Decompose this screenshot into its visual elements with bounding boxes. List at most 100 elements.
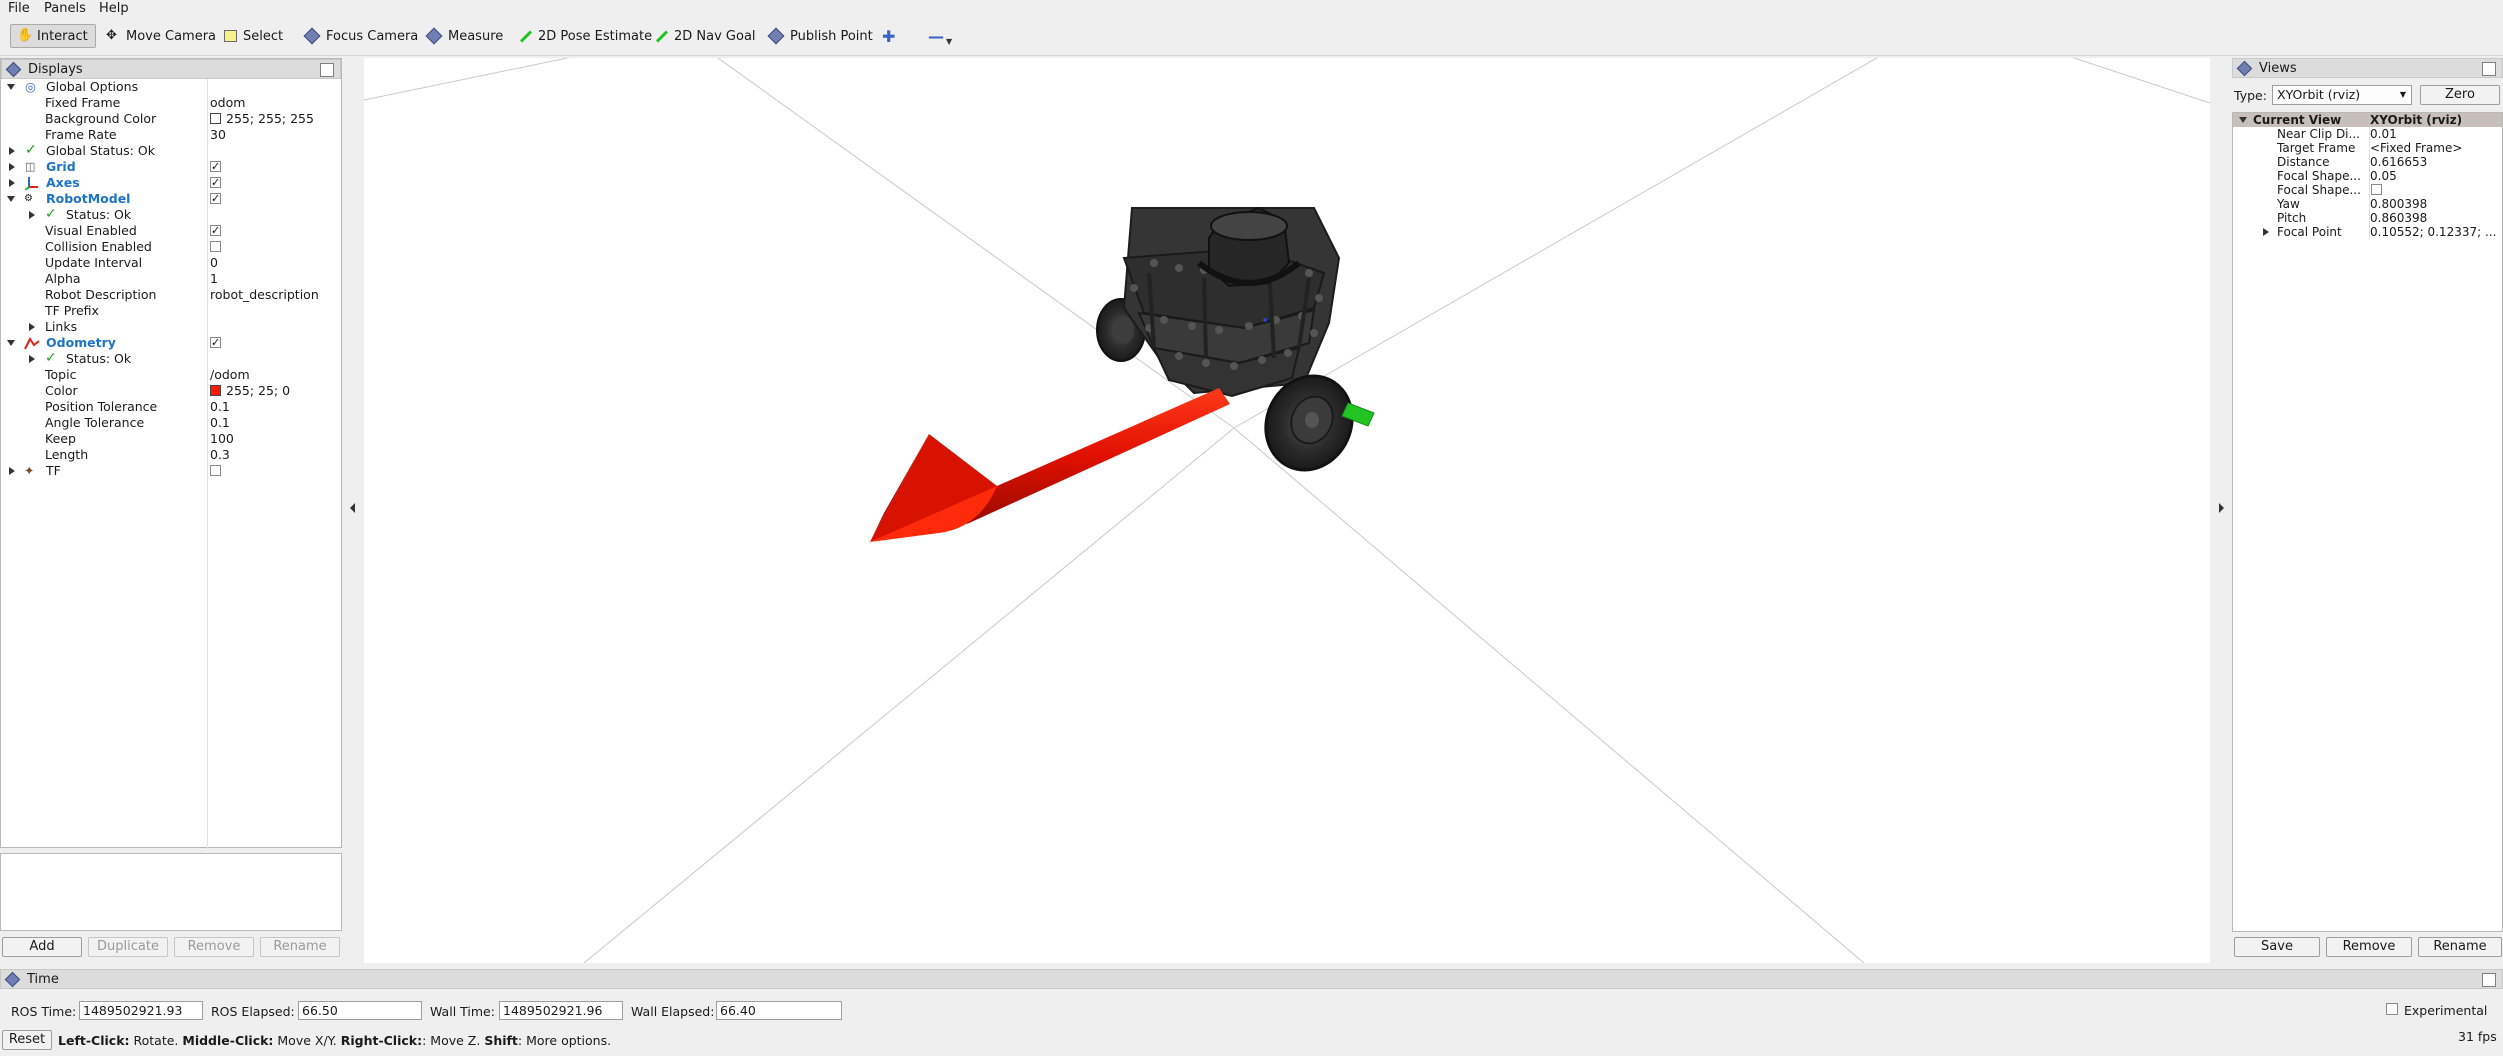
focus-camera-tool-button[interactable]: Focus Camera [298,24,424,48]
view-prop-row[interactable]: Target Frame <Fixed Frame> [2233,141,2502,155]
target-frame-value[interactable]: <Fixed Frame> [2370,141,2500,155]
collapse-right-arrow-icon[interactable] [2219,503,2224,513]
topic-value[interactable]: /odom [210,367,250,383]
focal-point-value[interactable]: 0.10552; 0.12337; ... [2370,225,2500,239]
position-tolerance-value[interactable]: 0.1 [210,399,230,415]
duplicate-display-button[interactable]: Duplicate [88,937,168,957]
expand-arrow-icon[interactable] [29,211,35,219]
odometry-checkbox[interactable]: ✓ [210,337,221,348]
view-prop-row[interactable]: Focal Shape... [2233,183,2502,197]
tree-row-topic[interactable]: Topic /odom [1,367,341,383]
axes-checkbox[interactable]: ✓ [210,177,221,188]
rename-display-button[interactable]: Rename [260,937,340,957]
expand-arrow-icon[interactable] [7,196,15,202]
expand-arrow-icon[interactable] [7,84,15,90]
focal-shape-fixed-checkbox[interactable] [2371,184,2382,195]
add-tool-button[interactable]: ✚ [876,24,901,48]
tree-row-axes[interactable]: Axes ✓ [1,175,341,191]
view-type-select[interactable]: XYOrbit (rviz) ▼ [2272,85,2412,105]
tree-row-robot-model-status[interactable]: ✓ Status: Ok [1,206,341,223]
menu-panels[interactable]: Panels [44,1,86,16]
collision-enabled-checkbox[interactable] [210,241,221,252]
nav-goal-tool-button[interactable]: 2D Nav Goal [648,24,762,48]
near-clip-value[interactable]: 0.01 [2370,127,2500,141]
ros-time-field[interactable]: 1489502921.93 [79,1001,203,1020]
color-value[interactable]: 255; 25; 0 [210,383,290,399]
left-panel-splitter[interactable] [342,58,364,963]
expand-arrow-icon[interactable] [9,147,15,155]
background-color-value[interactable]: 255; 255; 255 [210,111,314,127]
current-view-row[interactable]: Current View XYOrbit (rviz) [2233,113,2502,127]
reset-button[interactable]: Reset [2,1030,52,1050]
ros-elapsed-field[interactable]: 66.50 [298,1001,422,1020]
tree-row-odometry[interactable]: Odometry ✓ [1,335,341,351]
tree-row-fixed-frame[interactable]: Fixed Frame odom [1,95,341,111]
tree-row-links[interactable]: Links [1,319,341,335]
tree-row-update-interval[interactable]: Update Interval 0 [1,255,341,271]
tree-row-position-tolerance[interactable]: Position Tolerance 0.1 [1,399,341,415]
tree-row-tf-prefix[interactable]: TF Prefix [1,303,341,319]
length-value[interactable]: 0.3 [210,447,230,463]
expand-arrow-icon[interactable] [29,323,35,331]
view-prop-row[interactable]: Focal Point 0.10552; 0.12337; ... [2233,225,2502,239]
tree-row-length[interactable]: Length 0.3 [1,447,341,463]
angle-tolerance-value[interactable]: 0.1 [210,415,230,431]
robot-model-checkbox[interactable]: ✓ [210,193,221,204]
yaw-value[interactable]: 0.800398 [2370,197,2500,211]
render-viewport[interactable] [364,58,2210,963]
tree-row-background-color[interactable]: Background Color 255; 255; 255 [1,111,341,127]
keep-value[interactable]: 100 [210,431,234,447]
measure-tool-button[interactable]: Measure [420,24,509,48]
tree-row-frame-rate[interactable]: Frame Rate 30 [1,127,341,143]
pitch-value[interactable]: 0.860398 [2370,211,2500,225]
publish-point-tool-button[interactable]: Publish Point [762,24,879,48]
expand-arrow-icon[interactable] [9,467,15,475]
alpha-value[interactable]: 1 [210,271,218,287]
zero-view-button[interactable]: Zero [2420,85,2500,105]
view-prop-row[interactable]: Yaw 0.800398 [2233,197,2502,211]
view-prop-row[interactable]: Focal Shape... 0.05 [2233,169,2502,183]
view-prop-row[interactable]: Near Clip Di... 0.01 [2233,127,2502,141]
tf-checkbox[interactable] [210,465,221,476]
time-undock-button[interactable] [2482,973,2496,987]
wall-time-field[interactable]: 1489502921.96 [499,1001,623,1020]
expand-arrow-icon[interactable] [2239,117,2247,123]
rename-view-button[interactable]: Rename [2418,937,2502,957]
collapse-left-arrow-icon[interactable] [350,503,355,513]
fixed-frame-value[interactable]: odom [210,95,245,111]
move-camera-tool-button[interactable]: ✥ Move Camera [100,24,222,48]
right-panel-splitter[interactable] [2210,58,2232,963]
save-view-button[interactable]: Save [2234,937,2320,957]
view-prop-row[interactable]: Pitch 0.860398 [2233,211,2502,225]
wall-elapsed-field[interactable]: 66.40 [716,1001,842,1020]
tree-row-grid[interactable]: ◫ Grid ✓ [1,159,341,175]
focal-shape-size-value[interactable]: 0.05 [2370,169,2500,183]
menu-help[interactable]: Help [99,1,129,16]
tree-row-odometry-status[interactable]: ✓ Status: Ok [1,350,341,367]
tree-row-tf[interactable]: ✦ TF [1,463,341,479]
expand-arrow-icon[interactable] [2263,228,2269,236]
interact-tool-button[interactable]: ✋ Interact [10,24,96,48]
remove-display-button[interactable]: Remove [174,937,254,957]
tree-row-angle-tolerance[interactable]: Angle Tolerance 0.1 [1,415,341,431]
remove-view-button[interactable]: Remove [2326,937,2412,957]
tree-row-keep[interactable]: Keep 100 [1,431,341,447]
tree-row-robot-model[interactable]: ⚙ RobotModel ✓ [1,191,341,207]
tree-row-global-options[interactable]: ◎ Global Options [1,79,341,95]
tree-row-visual-enabled[interactable]: Visual Enabled ✓ [1,223,341,239]
add-display-button[interactable]: Add [2,937,82,957]
expand-arrow-icon[interactable] [7,340,15,346]
update-interval-value[interactable]: 0 [210,255,218,271]
expand-arrow-icon[interactable] [9,179,15,187]
menu-file[interactable]: File [8,1,30,16]
expand-arrow-icon[interactable] [9,163,15,171]
view-prop-row[interactable]: Distance 0.616653 [2233,155,2502,169]
tree-row-color[interactable]: Color 255; 25; 0 [1,383,341,399]
undock-button[interactable] [320,63,334,77]
tree-row-global-status[interactable]: ✓ Global Status: Ok [1,142,341,159]
tree-row-collision-enabled[interactable]: Collision Enabled [1,239,341,255]
grid-checkbox[interactable]: ✓ [210,161,221,172]
tree-row-robot-description[interactable]: Robot Description robot_description [1,287,341,303]
frame-rate-value[interactable]: 30 [210,127,226,143]
expand-arrow-icon[interactable] [29,355,35,363]
